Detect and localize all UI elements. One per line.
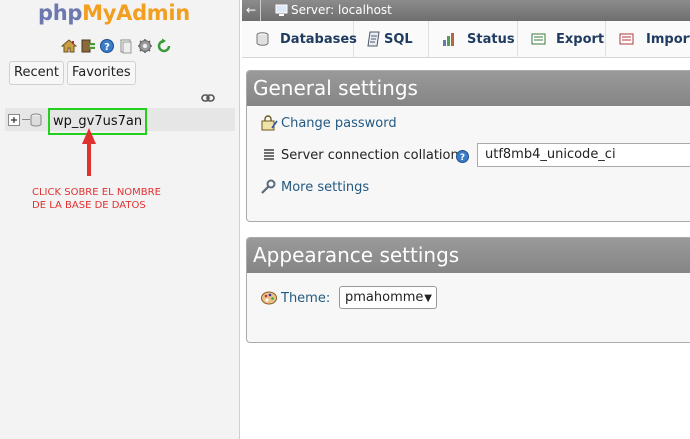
chevron-down-icon: ▼ — [424, 293, 432, 304]
tab-import-label: Import — [646, 32, 690, 47]
tab-databases[interactable]: Databases — [242, 21, 357, 58]
recent-tab[interactable]: Recent — [9, 61, 64, 85]
more-settings-link[interactable]: More settings — [281, 180, 369, 195]
reload-icon[interactable] — [156, 38, 172, 54]
nav-icon-bar: ? — [61, 38, 172, 54]
status-chart-icon — [443, 33, 454, 46]
tab-sql-label: SQL — [384, 32, 413, 47]
database-icon — [256, 32, 269, 46]
tree-connector — [22, 119, 30, 120]
logo-php: php — [38, 1, 83, 25]
top-menu: Databases SQL Status Export Import — [242, 21, 690, 58]
collation-help-icon[interactable]: ? — [456, 150, 469, 163]
database-tree-row[interactable]: wp_gv7us7an — [5, 108, 235, 135]
tab-sql[interactable]: SQL — [354, 21, 429, 58]
change-password-row[interactable]: Change password — [260, 115, 397, 131]
main-panel: ← Server: localhost Databases SQL Status… — [242, 0, 690, 439]
password-icon — [261, 115, 278, 131]
nav-tabs: Recent Favorites — [9, 61, 136, 85]
logout-icon[interactable] — [80, 38, 96, 54]
phpmyadmin-logo[interactable]: phpMyAdmin — [38, 1, 190, 25]
navigation-panel: phpMyAdmin ? Recent Favorites wp_gv7us7a… — [0, 0, 240, 439]
tab-export[interactable]: Export — [518, 21, 606, 58]
theme-select[interactable]: pmahomme ▼ — [339, 286, 437, 309]
tab-status[interactable]: Status — [429, 21, 518, 58]
change-password-link[interactable]: Change password — [281, 116, 397, 131]
theme-palette-icon — [261, 291, 277, 305]
server-breadcrumb[interactable]: Server: localhost — [291, 2, 392, 19]
logo-myadmin: MyAdmin — [82, 1, 190, 25]
appearance-settings-title: Appearance settings — [247, 238, 690, 273]
collapse-nav-button[interactable]: ← — [244, 1, 258, 19]
tab-status-label: Status — [467, 32, 515, 47]
sql-icon — [367, 31, 380, 47]
general-settings-title: General settings — [247, 71, 690, 106]
collation-icon — [264, 149, 274, 160]
svg-text:?: ? — [104, 42, 110, 53]
tab-databases-label: Databases — [280, 32, 357, 47]
red-arrow-annotation — [82, 128, 96, 176]
tab-export-label: Export — [556, 32, 605, 47]
collation-select[interactable]: utf8mb4_unicode_ci — [477, 143, 690, 167]
more-settings-row[interactable]: More settings — [260, 179, 369, 195]
theme-label: Theme: — [281, 290, 331, 306]
collation-row: Server connection collation: — [260, 147, 463, 163]
svg-text:?: ? — [460, 153, 465, 163]
topbar-separator — [260, 0, 261, 21]
collation-label: Server connection collation: — [281, 147, 464, 163]
favorites-tab[interactable]: Favorites — [66, 61, 136, 85]
instruction-line-2: DE LA BASE DE DATOS — [32, 200, 146, 211]
link-icon[interactable] — [201, 93, 215, 103]
server-breadcrumb-bar: ← Server: localhost — [242, 0, 690, 21]
help-icon[interactable]: ? — [99, 38, 115, 54]
instruction-annotation: CLICK SOBRE EL NOMBRE DE LA BASE DE DATO… — [32, 186, 202, 212]
theme-select-value: pmahomme — [345, 290, 424, 305]
docs-icon[interactable] — [118, 38, 134, 54]
tab-import[interactable]: Import — [606, 21, 690, 58]
import-icon — [619, 33, 634, 45]
database-icon — [30, 113, 42, 127]
server-icon — [275, 4, 288, 16]
instruction-line-1: CLICK SOBRE EL NOMBRE — [32, 187, 161, 198]
expand-icon[interactable] — [8, 114, 20, 126]
database-name-link[interactable]: wp_gv7us7an — [48, 108, 148, 135]
home-icon[interactable] — [61, 38, 77, 54]
wrench-icon — [261, 179, 276, 194]
export-icon — [531, 33, 546, 45]
settings-icon[interactable] — [137, 38, 153, 54]
theme-row: Theme: — [260, 290, 330, 306]
